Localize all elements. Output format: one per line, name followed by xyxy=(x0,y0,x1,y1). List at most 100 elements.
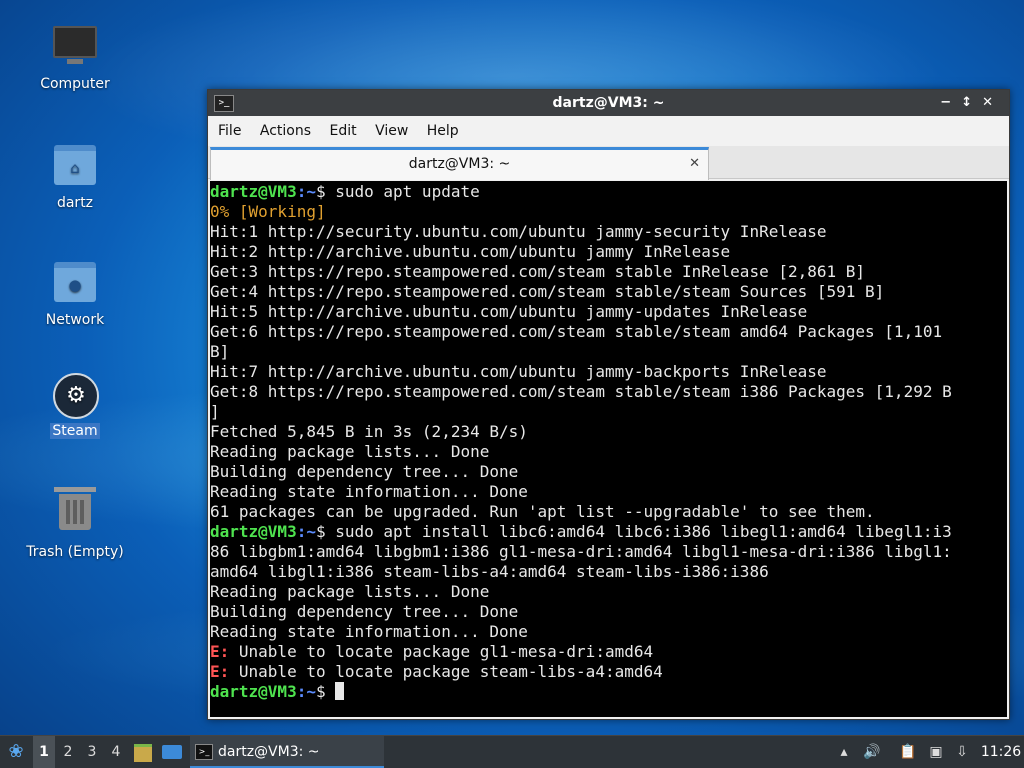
taskbar-task-terminal[interactable]: >_ dartz@VM3: ~ xyxy=(190,736,384,768)
window-titlebar[interactable]: >_ dartz@VM3: ~ −↕✕ xyxy=(208,90,1009,116)
network-folder-icon: ● xyxy=(53,262,97,306)
output-text: B] xyxy=(210,342,230,361)
terminal-line: Hit:2 http://archive.ubuntu.com/ubuntu j… xyxy=(210,242,1007,262)
tray-arrow-icon[interactable]: ▴ xyxy=(834,736,854,768)
prompt-path: :~ xyxy=(296,182,316,201)
clipboard-icon[interactable]: 📋 xyxy=(898,736,918,768)
command-text: $ sudo apt update xyxy=(315,182,480,201)
terminal-line: Get:6 https://repo.steampowered.com/stea… xyxy=(210,322,1007,342)
terminal-output[interactable]: dartz@VM3:~$ sudo apt update 0% [Working]… xyxy=(210,181,1007,717)
terminal-line: dartz@VM3:~$ sudo apt install libc6:amd6… xyxy=(210,522,1007,542)
desktop-icon-computer[interactable]: Computer xyxy=(18,22,132,92)
prompt-user: dartz@VM3 xyxy=(210,522,297,541)
terminal-line: Hit:5 http://archive.ubuntu.com/ubuntu j… xyxy=(210,302,1007,322)
output-text: Hit:7 http://archive.ubuntu.com/ubuntu j… xyxy=(210,362,827,381)
workspace-2[interactable]: 2 xyxy=(57,736,79,768)
terminal-icon: >_ xyxy=(214,95,234,112)
output-text: Hit:1 http://security.ubuntu.com/ubuntu … xyxy=(210,222,827,241)
terminal-line: dartz@VM3:~$ xyxy=(210,682,1007,702)
show-desktop-icon[interactable] xyxy=(162,736,184,768)
output-text: Reading state information... Done xyxy=(210,482,528,501)
output-text: Hit:5 http://archive.ubuntu.com/ubuntu j… xyxy=(210,302,808,321)
tab-close-icon[interactable]: ✕ xyxy=(689,150,700,178)
network-icon[interactable]: ▣ xyxy=(926,736,946,768)
desktop-icon-home[interactable]: ⌂ dartz xyxy=(18,139,132,211)
close-button[interactable]: ✕ xyxy=(982,95,1003,110)
prompt-path: :~ xyxy=(296,522,316,541)
workspace-3[interactable]: 3 xyxy=(81,736,103,768)
terminal-line: Building dependency tree... Done xyxy=(210,462,1007,482)
desktop-icon-steam[interactable]: ⚙ Steam xyxy=(18,373,132,439)
terminal-line: E: Unable to locate package gl1-mesa-dri… xyxy=(210,642,1007,662)
terminal-line: Get:3 https://repo.steampowered.com/stea… xyxy=(210,262,1007,282)
output-text: 61 packages can be upgraded. Run 'apt li… xyxy=(210,502,875,521)
terminal-line: Reading package lists... Done xyxy=(210,442,1007,462)
output-text: Reading state information... Done xyxy=(210,622,528,641)
terminal-line: 61 packages can be upgraded. Run 'apt li… xyxy=(210,502,1007,522)
file-manager-launcher-icon[interactable] xyxy=(134,736,154,768)
terminal-line: Building dependency tree... Done xyxy=(210,602,1007,622)
output-text: Reading package lists... Done xyxy=(210,442,490,461)
computer-icon xyxy=(53,26,97,70)
prompt-user: dartz@VM3 xyxy=(210,182,297,201)
terminal-line: dartz@VM3:~$ sudo apt update xyxy=(210,182,1007,202)
menu-help[interactable]: Help xyxy=(420,123,466,139)
error-prefix: E: xyxy=(210,662,230,681)
output-text: amd64 libgl1:i386 steam-libs-a4:amd64 st… xyxy=(210,562,769,581)
command-text: $ sudo apt install libc6:amd64 libc6:i38… xyxy=(315,522,952,541)
text-cursor xyxy=(335,682,345,700)
output-text: Building dependency tree... Done xyxy=(210,462,519,481)
desktop-icon-network[interactable]: ● Network xyxy=(18,256,132,328)
output-text: Fetched 5,845 B in 3s (2,234 B/s) xyxy=(210,422,528,441)
prompt-path: :~ xyxy=(296,682,316,701)
desktop-icon-label: Network xyxy=(45,312,105,328)
menu-view[interactable]: View xyxy=(368,123,415,139)
terminal-line: Hit:7 http://archive.ubuntu.com/ubuntu j… xyxy=(210,362,1007,382)
maximize-button[interactable]: ↕ xyxy=(961,95,982,110)
menu-actions[interactable]: Actions xyxy=(253,123,318,139)
desktop-icon-label: Computer xyxy=(40,76,110,92)
window-title: dartz@VM3: ~ xyxy=(552,95,665,111)
workspace-1[interactable]: 1 xyxy=(33,736,55,768)
output-text: Building dependency tree... Done xyxy=(210,602,519,621)
output-text: ] xyxy=(210,402,220,421)
terminal-line: 86 libgbm1:amd64 libgbm1:i386 gl1-mesa-d… xyxy=(210,542,1007,562)
home-folder-icon: ⌂ xyxy=(53,145,97,189)
steam-icon: ⚙ xyxy=(53,373,99,419)
output-text: Get:3 https://repo.steampowered.com/stea… xyxy=(210,262,866,281)
error-text: Unable to locate package gl1-mesa-dri:am… xyxy=(229,642,654,661)
terminal-line: Fetched 5,845 B in 3s (2,234 B/s) xyxy=(210,422,1007,442)
terminal-line: Get:4 https://repo.steampowered.com/stea… xyxy=(210,282,1007,302)
start-menu-icon[interactable]: ❀ xyxy=(4,736,28,768)
workspace-4[interactable]: 4 xyxy=(105,736,127,768)
output-text: Hit:2 http://archive.ubuntu.com/ubuntu j… xyxy=(210,242,731,261)
desktop-icon-trash[interactable]: Trash (Empty) xyxy=(18,487,132,560)
terminal-line: ] xyxy=(210,402,1007,422)
menu-edit[interactable]: Edit xyxy=(322,123,363,139)
minimize-button[interactable]: − xyxy=(940,95,961,110)
taskbar: ❀ 1 2 3 4 >_ dartz@VM3: ~ ▴ 🔊 📋 ▣ ⇩ 11:2… xyxy=(0,735,1024,768)
terminal-line: Reading state information... Done xyxy=(210,482,1007,502)
update-notifier-icon[interactable]: ⇩ xyxy=(952,736,972,768)
terminal-window: >_ dartz@VM3: ~ −↕✕ File Actions Edit Vi… xyxy=(207,89,1010,720)
output-text: 0% [Working] xyxy=(210,202,326,221)
trash-icon xyxy=(53,487,97,538)
desktop-icon-label: Trash (Empty) xyxy=(26,544,124,560)
menu-file[interactable]: File xyxy=(211,123,248,139)
error-text: Unable to locate package steam-libs-a4:a… xyxy=(229,662,663,681)
terminal-line: Reading state information... Done xyxy=(210,622,1007,642)
volume-icon[interactable]: 🔊 xyxy=(862,736,882,768)
clock[interactable]: 11:26 xyxy=(980,736,1022,768)
terminal-line: E: Unable to locate package steam-libs-a… xyxy=(210,662,1007,682)
menubar: File Actions Edit View Help xyxy=(208,116,1009,146)
terminal-line: Hit:1 http://security.ubuntu.com/ubuntu … xyxy=(210,222,1007,242)
terminal-line: Reading package lists... Done xyxy=(210,582,1007,602)
terminal-line: B] xyxy=(210,342,1007,362)
error-prefix: E: xyxy=(210,642,230,661)
tab-bar: dartz@VM3: ~ ✕ xyxy=(208,146,1009,180)
output-text: 86 libgbm1:amd64 libgbm1:i386 gl1-mesa-d… xyxy=(210,542,952,561)
window-controls: −↕✕ xyxy=(940,90,1003,116)
terminal-icon: >_ xyxy=(195,744,213,760)
tab-terminal[interactable]: dartz@VM3: ~ ✕ xyxy=(210,147,709,180)
desktop-icon-label: dartz xyxy=(56,195,94,211)
